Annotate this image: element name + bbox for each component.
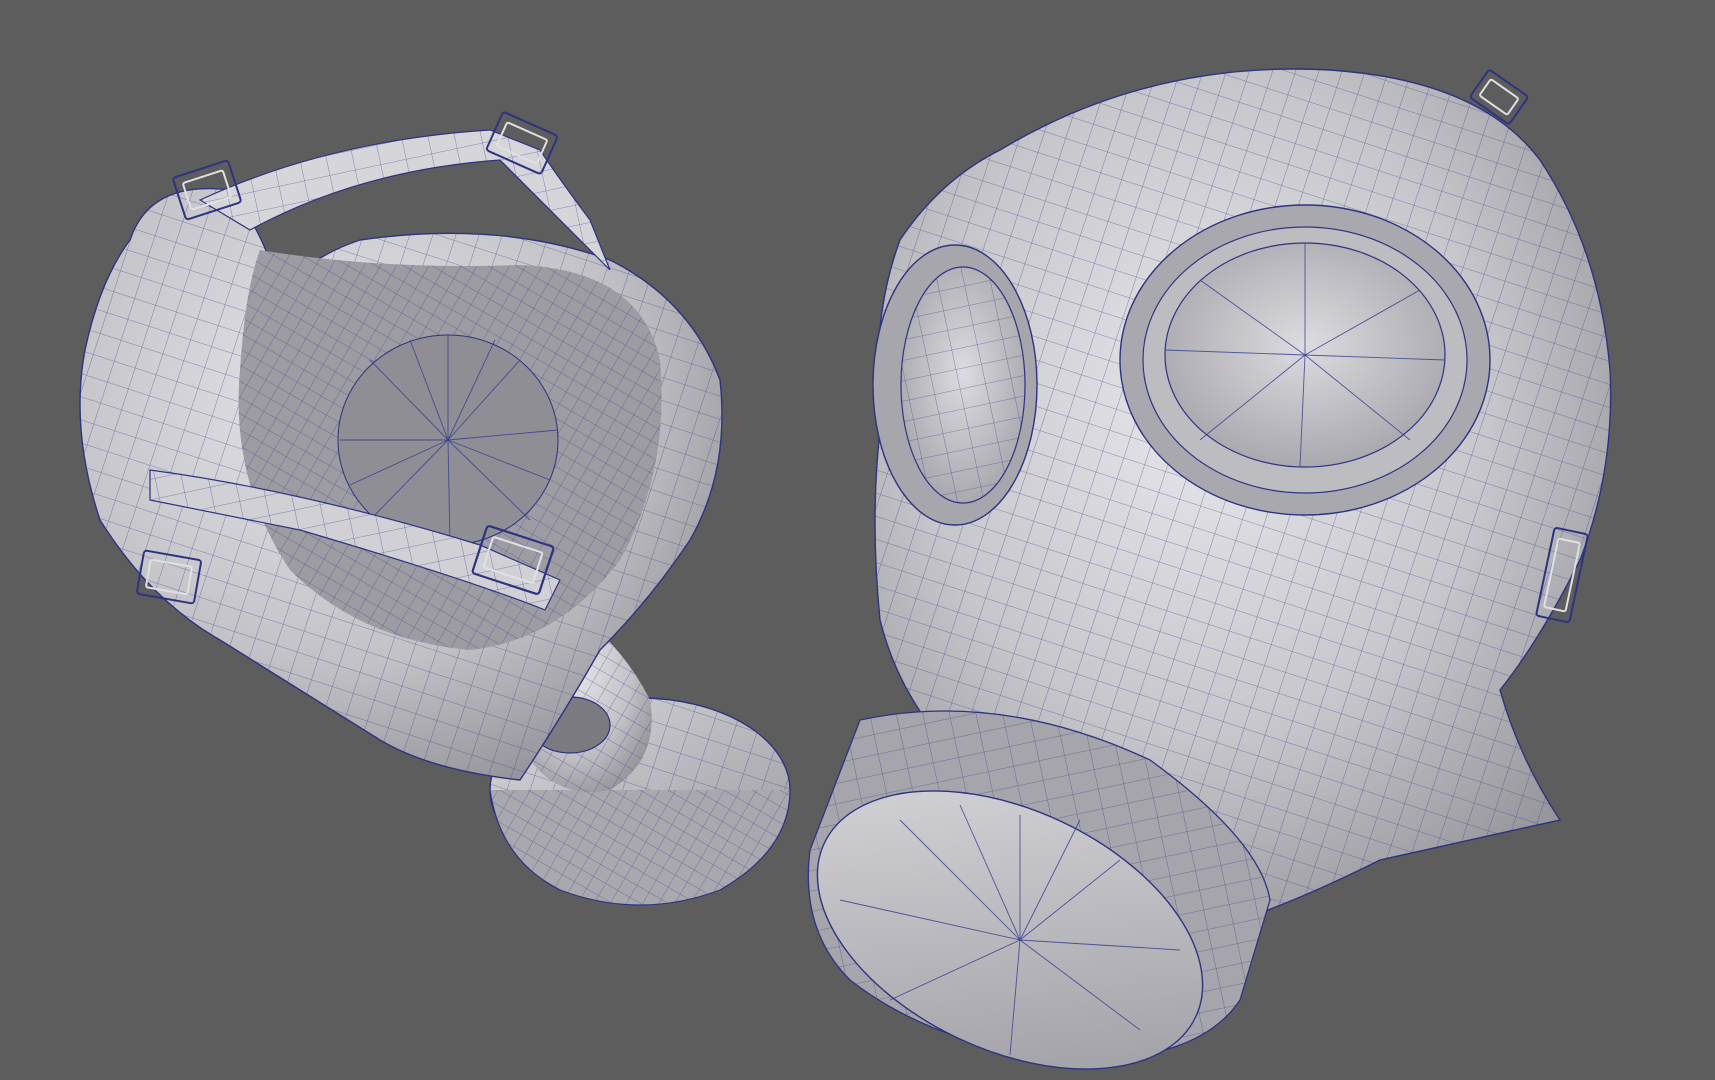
eye-lens-right[interactable] (1119, 204, 1491, 516)
3d-viewport[interactable] (0, 0, 1715, 1080)
viewport-canvas[interactable] (0, 0, 1715, 1080)
gas-mask-front-view[interactable] (773, 68, 1612, 1080)
gas-mask-back-view[interactable] (79, 111, 791, 906)
eye-lens-left[interactable] (872, 244, 1038, 526)
